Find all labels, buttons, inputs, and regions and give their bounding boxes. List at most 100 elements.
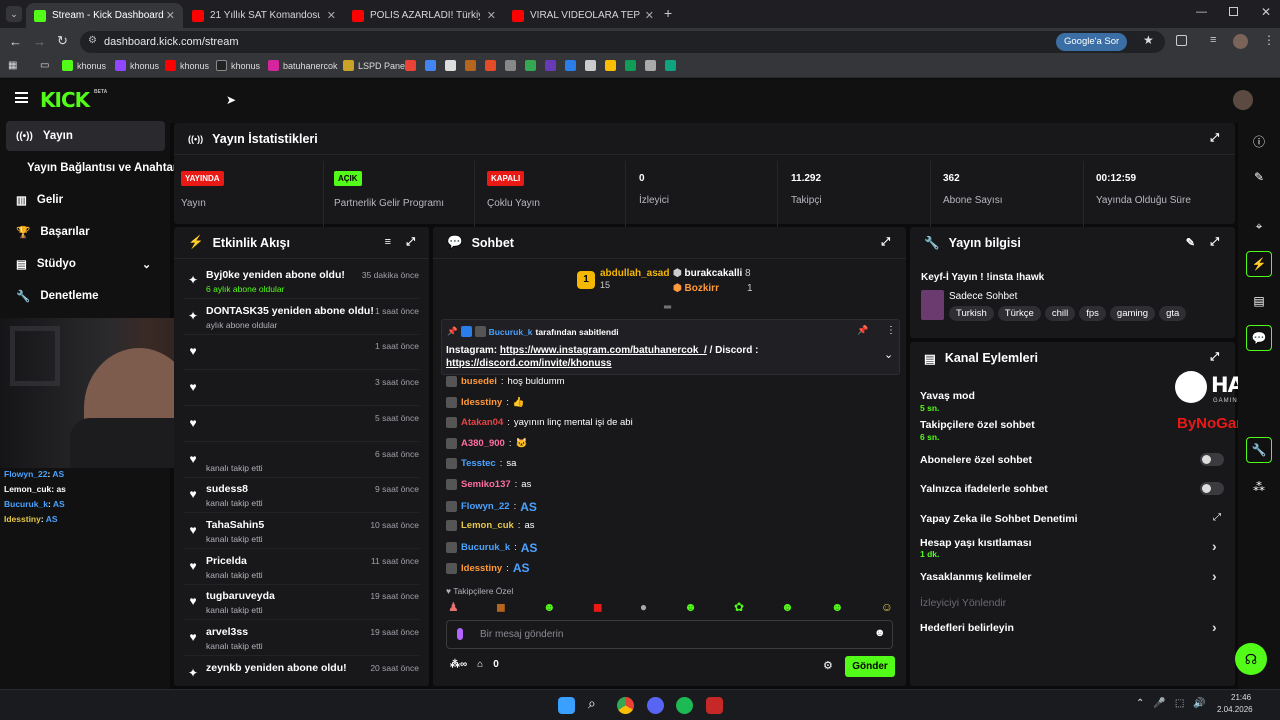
tab-youtube-2[interactable]: POLİS AZARLADI! Türkiye'de Ya ✕	[344, 3, 504, 28]
close-tab-icon[interactable]: ✕	[327, 9, 336, 22]
ai-moderation-label[interactable]: Yapay Zeka ile Sohbet Denetimi	[920, 513, 1078, 525]
expand-icon[interactable]: ⤢	[1210, 132, 1219, 145]
edit-icon[interactable]: ✎	[1186, 236, 1195, 249]
obs-icon[interactable]	[706, 697, 723, 714]
forward-icon[interactable]: →	[33, 34, 46, 49]
bookmark-youtube[interactable]: khonus	[165, 60, 209, 71]
windows-start-icon[interactable]	[558, 697, 575, 714]
minimize-icon[interactable]: —	[1196, 6, 1207, 18]
extensions-icon[interactable]	[1176, 35, 1187, 46]
sidebar-item-stream[interactable]: ((•)) Yayın	[6, 121, 165, 151]
document-icon[interactable]: ▤	[1246, 288, 1272, 314]
expand-icon[interactable]: ⤢	[406, 236, 415, 249]
drops-icon[interactable]: ⁂	[1246, 474, 1272, 500]
emote-icon[interactable]: ◼	[593, 600, 603, 614]
emote-icon[interactable]: ◼	[496, 600, 506, 614]
reload-icon[interactable]: ↻	[57, 33, 68, 49]
top-gifter-1[interactable]: 1 abdullah_asad 15	[577, 268, 669, 291]
chat-rail-icon[interactable]: 💬	[1246, 325, 1272, 351]
kick-logo[interactable]: KICK	[40, 88, 90, 112]
subs-chat-toggle[interactable]	[1200, 453, 1224, 466]
emote-icon[interactable]: ●	[640, 600, 647, 614]
top-gifter-3[interactable]: ⬢ Bozkirr 1	[673, 283, 753, 294]
focus-icon[interactable]: ⌖	[1246, 213, 1272, 239]
discord-icon[interactable]	[647, 697, 664, 714]
sidebar-item-stream-key[interactable]: Yayın Bağlantısı ve Anahtarı	[6, 153, 181, 183]
emote-icon[interactable]: ♟	[448, 600, 459, 614]
site-info-icon[interactable]: ⚙	[88, 35, 97, 46]
top-gifter-2[interactable]: ⬢ burakcakalli 8	[673, 268, 751, 279]
support-headset-button[interactable]: ☊	[1235, 643, 1267, 675]
apps-grid-icon[interactable]: ▦	[8, 60, 17, 71]
chat-input[interactable]: Bir mesaj gönderin ☻	[446, 620, 893, 649]
store-icon[interactable]: ⌂	[477, 659, 483, 670]
chat-username[interactable]: Lemon_cuk	[461, 520, 514, 531]
emote-icon[interactable]: ☺	[881, 600, 893, 614]
chat-settings-icon[interactable]: ⚙	[823, 659, 833, 672]
emotes-chat-toggle[interactable]	[1200, 482, 1224, 495]
chat-username[interactable]: Idesstiny	[461, 397, 502, 408]
emote-icon[interactable]: ☻	[684, 600, 697, 614]
expand-icon[interactable]: ⤢	[1210, 236, 1219, 249]
chrome-icon[interactable]	[617, 697, 634, 714]
discord-link[interactable]: https://discord.com/invite/khonuss	[446, 358, 612, 369]
profile-avatar[interactable]	[1233, 34, 1248, 49]
banned-words-label[interactable]: Yasaklanmış kelimeler	[920, 571, 1032, 583]
close-tab-icon[interactable]: ✕	[487, 9, 496, 22]
folder-icon[interactable]: ▭	[40, 60, 49, 71]
wrench-rail-icon[interactable]: 🔧	[1246, 437, 1272, 463]
mic-icon[interactable]	[457, 628, 463, 640]
followers-chat-label[interactable]: Takipçilere özel sohbet	[920, 419, 1035, 431]
slow-mode-label[interactable]: Yavaş mod	[920, 390, 975, 402]
tag[interactable]: Türkçe	[997, 306, 1041, 321]
search-icon[interactable]: ⌕	[588, 695, 605, 712]
tag[interactable]: chill	[1044, 306, 1076, 321]
tab-kick-dashboard[interactable]: Stream - Kick Dashboard ✕	[26, 3, 183, 28]
chat-username[interactable]: Bucuruk_k	[461, 542, 510, 553]
sidebar-item-revenue[interactable]: ▥ Gelir	[6, 185, 165, 215]
chat-username[interactable]: A380_900	[461, 438, 505, 449]
bookmark-star-icon[interactable]: ★	[1143, 33, 1154, 47]
tab-youtube-1[interactable]: 21 Yıllık SAT Komandosu İtirafla ✕	[184, 3, 344, 28]
chat-username[interactable]: Semiko137	[461, 479, 511, 490]
bookmark-kick[interactable]: khonus	[62, 60, 106, 71]
chat-username[interactable]: Atakan04	[461, 417, 503, 428]
expand-icon[interactable]: ⤢	[881, 236, 890, 249]
emote-icon[interactable]: ☻	[781, 600, 794, 614]
tray-icons[interactable]: ⌃🎤⬚🔊	[1136, 698, 1215, 709]
unpin-icon[interactable]: 📌	[857, 325, 868, 336]
chevron-down-icon[interactable]: ⌄	[884, 348, 893, 361]
external-link-icon[interactable]: ⤢	[1213, 512, 1221, 523]
expand-icon[interactable]: ⤢	[1210, 351, 1219, 364]
restore-icon[interactable]	[1229, 7, 1238, 16]
sidebar-item-studio[interactable]: ▤ Stüdyo ⌄	[6, 249, 165, 279]
instagram-link[interactable]: https://www.instagram.com/batuhanercok_/	[500, 345, 707, 356]
sidebar-item-moderation[interactable]: 🔧 Denetleme	[6, 281, 165, 311]
info-icon[interactable]: ⓘ	[1246, 128, 1272, 154]
bookmark-instagram[interactable]: batuhanercok	[268, 60, 338, 71]
media-icon[interactable]: ≡	[1210, 34, 1216, 46]
send-button[interactable]: Gönder	[845, 656, 895, 677]
chat-username[interactable]: busedei	[461, 376, 497, 387]
emote-icon[interactable]: ✿	[734, 600, 744, 614]
emote-icon[interactable]: ☻	[543, 600, 556, 614]
bookmark-lspd[interactable]: LSPD Panel	[343, 60, 407, 71]
bookmark-twitch[interactable]: khonus	[115, 60, 159, 71]
pencil-icon[interactable]: ✎	[1246, 164, 1272, 190]
age-limit-label[interactable]: Hesap yaşı kısıtlaması	[920, 537, 1032, 549]
new-tab-icon[interactable]: +	[664, 5, 672, 21]
chat-username[interactable]: Idesstiny	[461, 563, 502, 574]
chevron-right-icon[interactable]: ›	[1212, 538, 1217, 554]
tab-search-icon[interactable]: ⌄	[6, 6, 22, 22]
user-avatar[interactable]	[1233, 90, 1253, 110]
close-window-icon[interactable]: ✕	[1261, 5, 1271, 19]
url-field[interactable]: ⚙ dashboard.kick.com/stream Google'a Sor…	[80, 31, 1165, 53]
set-goals-label[interactable]: Hedefleri belirleyin	[920, 622, 1014, 634]
google-ask-button[interactable]: Google'a Sor	[1056, 33, 1128, 51]
filter-icon[interactable]: ≡	[385, 236, 391, 248]
emoji-icon[interactable]: ☻	[874, 627, 886, 639]
chevron-right-icon[interactable]: ›	[1212, 568, 1217, 584]
chat-username[interactable]: Flowyn_22	[461, 501, 510, 512]
spotify-icon[interactable]	[676, 697, 693, 714]
bookmark-misc-icons[interactable]	[405, 60, 676, 71]
